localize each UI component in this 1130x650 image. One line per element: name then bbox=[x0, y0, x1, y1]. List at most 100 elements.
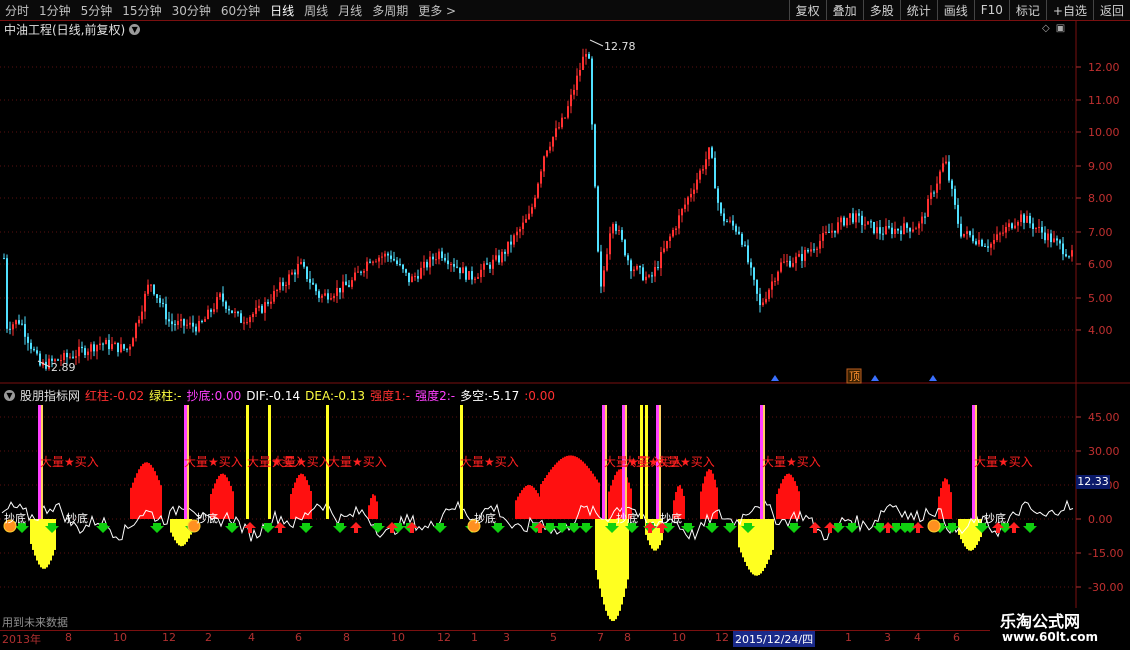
candle-body bbox=[474, 278, 476, 280]
candle-body bbox=[204, 319, 206, 322]
candle-body bbox=[888, 226, 890, 228]
red-bar bbox=[160, 485, 162, 519]
candle-body bbox=[219, 293, 221, 298]
date-label: 12 bbox=[437, 631, 451, 644]
red-bar bbox=[138, 469, 140, 519]
price-axis-label: 6.00 bbox=[1088, 258, 1113, 271]
yellow-bar bbox=[617, 519, 619, 616]
red-bar bbox=[222, 473, 224, 519]
red-bar bbox=[706, 471, 708, 519]
candle-body bbox=[939, 171, 941, 184]
candle-body bbox=[375, 261, 377, 263]
candle-body bbox=[480, 269, 482, 278]
candle-body bbox=[774, 280, 776, 282]
candle-body bbox=[771, 281, 773, 290]
candle-body bbox=[648, 275, 650, 277]
candle-body bbox=[147, 284, 149, 294]
red-bar bbox=[154, 471, 156, 519]
candle-body bbox=[93, 344, 95, 352]
candle-body bbox=[225, 301, 227, 309]
candle-body bbox=[1047, 233, 1049, 241]
candle-body bbox=[369, 261, 371, 263]
candle-body bbox=[318, 291, 320, 298]
candle-body bbox=[606, 254, 608, 271]
candle-body bbox=[531, 207, 533, 214]
buy-signal-label: 大量★买入 bbox=[762, 455, 821, 469]
buy-signal-label: 大量★买入 bbox=[184, 455, 243, 469]
candle-body bbox=[399, 263, 401, 265]
date-label: 12 bbox=[715, 631, 729, 644]
green-arrow-icon bbox=[845, 523, 859, 533]
candle-body bbox=[483, 263, 485, 270]
candle-body bbox=[552, 136, 554, 147]
candle-body bbox=[303, 262, 305, 267]
stock-chart[interactable]: 12.0011.0010.009.008.007.006.005.004.00 … bbox=[0, 0, 1130, 650]
red-bar bbox=[788, 473, 790, 519]
candle-body bbox=[645, 276, 647, 281]
candle-body bbox=[498, 255, 500, 263]
indicator-field: 多空:-5.17 bbox=[460, 389, 520, 403]
candle-body bbox=[1005, 226, 1007, 233]
candle-body bbox=[507, 241, 509, 254]
candle-body bbox=[321, 295, 323, 298]
yellow-bar bbox=[958, 519, 960, 535]
candle-body bbox=[408, 272, 410, 283]
indicator-field: 红柱:-0.02 bbox=[85, 389, 145, 403]
red-arrow-icon bbox=[1008, 522, 1020, 533]
candle-body bbox=[555, 128, 557, 137]
ding-label: 顶 bbox=[849, 370, 860, 383]
chevron-down-icon[interactable]: ▼ bbox=[4, 390, 15, 401]
watermark: 乐淘公式网 www.60lt.com bbox=[990, 608, 1130, 650]
candle-body bbox=[339, 287, 341, 293]
candle-body bbox=[780, 262, 782, 272]
candle-body bbox=[336, 287, 338, 296]
candle-body bbox=[489, 264, 491, 269]
candle-body bbox=[651, 275, 653, 277]
red-bar bbox=[132, 482, 134, 519]
candle-body bbox=[576, 75, 578, 90]
candle-body bbox=[177, 321, 179, 325]
candle-body bbox=[333, 295, 335, 299]
red-bar bbox=[550, 469, 552, 519]
candle-body bbox=[822, 233, 824, 241]
red-bar bbox=[542, 481, 544, 519]
red-bar bbox=[232, 491, 234, 519]
candle-body bbox=[450, 263, 452, 265]
candle-body bbox=[174, 324, 176, 326]
candle-body bbox=[213, 309, 215, 312]
candle-body bbox=[291, 272, 293, 275]
blue-marker-icon bbox=[871, 375, 879, 381]
candle-body bbox=[312, 282, 314, 285]
candle-body bbox=[795, 256, 797, 264]
candle-body bbox=[948, 161, 950, 181]
candle-body bbox=[504, 251, 506, 254]
date-label: 3 bbox=[503, 631, 510, 644]
buy-signal-label: 大量★买入 bbox=[40, 455, 99, 469]
yellow-bar bbox=[770, 519, 772, 555]
blue-marker-icon bbox=[771, 375, 779, 381]
red-bar bbox=[374, 495, 376, 519]
candle-body bbox=[30, 342, 32, 349]
yellow-bar bbox=[764, 519, 766, 568]
red-bar bbox=[574, 456, 576, 519]
candle-body bbox=[270, 301, 272, 304]
candle-body bbox=[84, 348, 86, 356]
date-label: 10 bbox=[391, 631, 405, 644]
date-label: 8 bbox=[624, 631, 631, 644]
candle-body bbox=[849, 213, 851, 218]
candle-body bbox=[870, 221, 872, 223]
candle-body bbox=[903, 223, 905, 235]
red-bar bbox=[944, 478, 946, 519]
candle-body bbox=[846, 217, 848, 226]
indicator-field: 绿柱:- bbox=[149, 389, 182, 403]
candle-body bbox=[534, 197, 536, 208]
candle-body bbox=[201, 321, 203, 323]
red-bar bbox=[148, 463, 150, 519]
red-bar bbox=[228, 481, 230, 519]
candle-body bbox=[615, 223, 617, 231]
red-bar bbox=[778, 488, 780, 519]
candle-body bbox=[156, 294, 158, 299]
yellow-bar bbox=[32, 519, 34, 550]
candle-body bbox=[180, 319, 182, 322]
yellow-bar bbox=[184, 519, 186, 545]
